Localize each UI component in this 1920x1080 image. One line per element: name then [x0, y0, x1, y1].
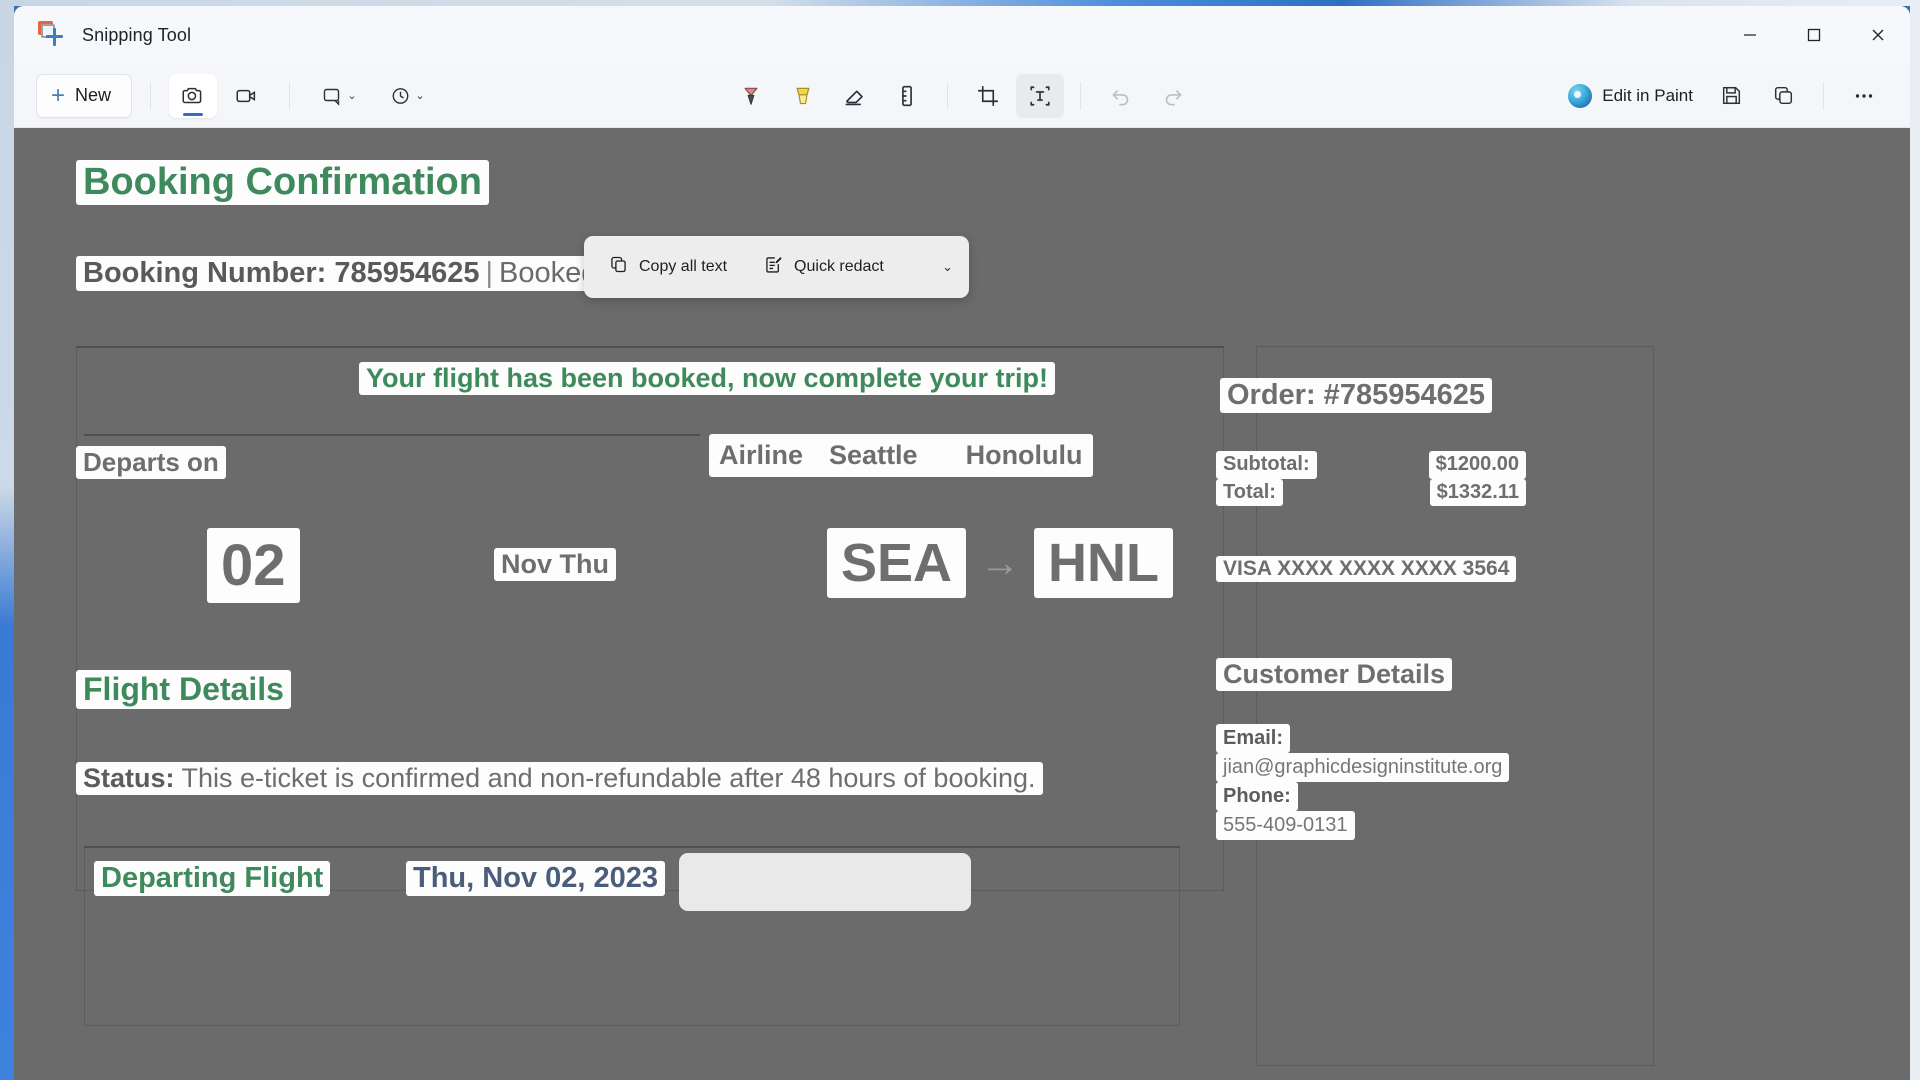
- page-title: Booking Confirmation: [76, 160, 489, 205]
- order-number: Order: #785954625: [1220, 378, 1492, 413]
- more-options-icon[interactable]: [1840, 74, 1888, 118]
- toolbar-right-actions: Edit in Paint: [1558, 74, 1888, 118]
- ballpoint-pen-icon[interactable]: [727, 74, 775, 118]
- booking-number-label: Booking Number:: [83, 257, 327, 289]
- desktop-background-right: [1910, 0, 1920, 1080]
- airline-label: Airline: [719, 440, 804, 470]
- redo-icon[interactable]: [1149, 74, 1197, 118]
- subtotal-value: $1200.00: [1428, 451, 1526, 479]
- chevron-down-icon-popup[interactable]: ⌄: [942, 259, 953, 275]
- chevron-down-icon: ⌄: [347, 90, 357, 102]
- toolbar-divider-4: [1080, 81, 1081, 110]
- toolbar-divider-5: [1823, 81, 1824, 110]
- quick-redact-label: Quick redact: [794, 258, 884, 275]
- redact-pencil-icon: [763, 254, 784, 280]
- app-title: Snipping Tool: [82, 24, 192, 45]
- video-camera-icon[interactable]: [223, 74, 271, 118]
- window-controls: [1718, 6, 1910, 64]
- customer-details-heading: Customer Details: [1216, 658, 1453, 691]
- arrow-right-icon: →: [980, 540, 1021, 585]
- payment-card: VISA XXXX XXXX XXXX 3564: [1216, 556, 1517, 582]
- edit-in-paint-button[interactable]: Edit in Paint: [1558, 74, 1703, 118]
- destination-airport-code: HNL: [1034, 528, 1174, 598]
- route-header-row: Airline Seattle Honolulu: [709, 434, 1093, 477]
- departing-flight-button[interactable]: [679, 853, 971, 911]
- departing-flight-date: Thu, Nov 02, 2023: [406, 861, 665, 896]
- desktop-background-left: [0, 0, 14, 1080]
- delay-timer-dropdown[interactable]: ⌄: [376, 74, 438, 118]
- departs-rule: [84, 434, 700, 436]
- order-totals: Subtotal: $1200.00 Total: $1332.11: [1216, 451, 1526, 507]
- total-value: $1332.11: [1429, 478, 1526, 507]
- departure-month-weekday: Nov Thu: [494, 548, 616, 581]
- new-snip-button[interactable]: + New: [36, 73, 133, 118]
- text-actions-icon[interactable]: [1016, 73, 1064, 118]
- undo-icon[interactable]: [1097, 74, 1145, 118]
- paint-palette-icon: [1568, 83, 1593, 108]
- maximize-button[interactable]: [1782, 6, 1846, 64]
- copy-all-text-label: Copy all text: [639, 258, 728, 275]
- phone-label: Phone:: [1216, 782, 1298, 811]
- destination-city: Honolulu: [965, 440, 1083, 470]
- copy-all-text-button[interactable]: Copy all text: [596, 244, 739, 290]
- ruler-icon[interactable]: [883, 74, 931, 118]
- minimize-button[interactable]: [1718, 6, 1782, 64]
- plus-icon: +: [51, 81, 66, 109]
- toolbar-divider: [150, 81, 152, 110]
- new-snip-label: New: [75, 85, 112, 105]
- origin-airport-code: SEA: [827, 528, 967, 598]
- title-bar: Snipping Tool: [14, 6, 1910, 64]
- copy-icon[interactable]: [1759, 74, 1807, 118]
- snipping-tool-icon: [36, 20, 66, 50]
- airport-codes-row: SEA → HNL: [827, 528, 1174, 598]
- status-line: Status: This e-ticket is confirmed and n…: [76, 762, 1043, 795]
- camera-icon[interactable]: [169, 73, 218, 118]
- email-value: jian@graphicdesigninstitute.org: [1216, 753, 1510, 782]
- departure-day: 02: [207, 528, 300, 603]
- toolbar-divider-3: [947, 81, 948, 110]
- quick-redact-button[interactable]: Quick redact: [751, 244, 896, 290]
- highlighter-icon[interactable]: [779, 74, 827, 118]
- booking-number-value: 785954625: [334, 257, 480, 289]
- snip-shape-dropdown[interactable]: ⌄: [308, 74, 370, 118]
- snip-canvas[interactable]: Booking Confirmation Booking Number: 785…: [14, 128, 1910, 1080]
- close-button[interactable]: [1846, 6, 1910, 64]
- departs-on-label: Departs on: [76, 446, 226, 479]
- text-actions-popup: Copy all text Quick redact ⌄: [584, 236, 969, 298]
- origin-city: Seattle: [829, 440, 918, 470]
- flight-summary-panel: [76, 346, 1224, 891]
- flight-details-heading: Flight Details: [76, 670, 291, 709]
- eraser-icon[interactable]: [831, 74, 879, 118]
- customer-contact: Email: jian@graphicdesigninstitute.org P…: [1216, 724, 1510, 840]
- chevron-down-icon-2: ⌄: [415, 90, 425, 102]
- annotation-tools: [727, 73, 1197, 118]
- booking-banner: Your flight has been booked, now complet…: [359, 362, 1056, 395]
- email-label: Email:: [1216, 724, 1291, 753]
- status-label: Status:: [83, 763, 175, 793]
- copy-text-icon: [608, 254, 629, 280]
- toolbar-divider-2: [289, 81, 291, 110]
- save-icon[interactable]: [1707, 74, 1755, 118]
- phone-value: 555-409-0131: [1216, 811, 1355, 840]
- subtotal-label: Subtotal:: [1216, 451, 1317, 479]
- departing-flight-label: Departing Flight: [94, 861, 331, 896]
- total-label: Total:: [1216, 478, 1283, 507]
- snipping-tool-window: Snipping Tool + New ⌄ ⌄ Edit in Paint Bo…: [14, 6, 1910, 1080]
- crop-icon[interactable]: [964, 74, 1012, 118]
- status-text: This e-ticket is confirmed and non-refun…: [181, 763, 1036, 793]
- divider-glyph: |: [485, 257, 494, 289]
- main-toolbar: + New ⌄ ⌄ Edit in Paint: [14, 64, 1910, 128]
- edit-in-paint-label: Edit in Paint: [1602, 85, 1693, 105]
